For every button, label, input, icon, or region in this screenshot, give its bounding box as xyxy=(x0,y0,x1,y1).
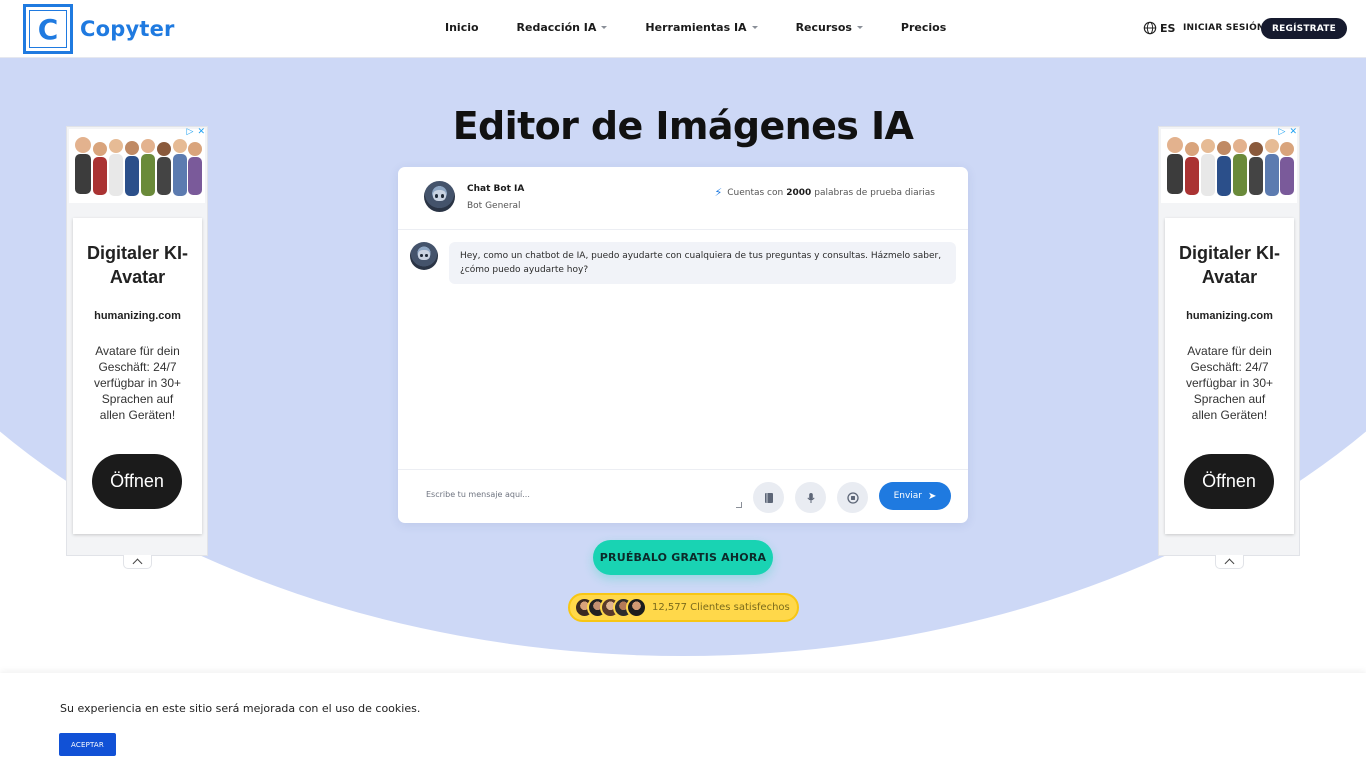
stop-button[interactable] xyxy=(837,482,868,513)
ad-left[interactable]: ▷ ✕ Digitaler KI-Avatar humanizing.com A… xyxy=(66,126,208,569)
chevron-down-icon xyxy=(751,26,758,29)
bot-message: Hey, como un chatbot de IA, puedo ayudar… xyxy=(449,242,956,284)
chevron-up-icon xyxy=(132,558,143,569)
ad-image xyxy=(69,129,205,203)
textarea-resize-handle[interactable] xyxy=(736,502,742,508)
chevron-up-icon xyxy=(1224,558,1235,569)
send-button[interactable]: Enviar ➤ xyxy=(879,482,951,510)
logo-letter: C xyxy=(37,12,59,46)
chevron-down-icon xyxy=(856,26,863,29)
site-header: C Copyter Inicio Redacción IA Herramient… xyxy=(0,0,1366,58)
language-label: ES xyxy=(1160,21,1176,35)
nav-item-inicio[interactable]: Inicio xyxy=(445,21,479,34)
book-icon xyxy=(764,492,773,503)
nav-item-label: Precios xyxy=(900,21,947,34)
chat-header: Chat Bot IA Bot General ⚡ Cuentas con 20… xyxy=(398,167,968,230)
send-button-label: Enviar xyxy=(893,491,923,501)
chat-composer: Escribe tu mensaje aquí... Enviar ➤ xyxy=(398,469,968,523)
bot-type: Bot General xyxy=(467,201,521,211)
logo-mark: C xyxy=(23,4,73,54)
microphone-icon xyxy=(806,492,815,503)
ad-card: Digitaler KI-Avatar humanizing.com Avata… xyxy=(1165,218,1294,534)
main-nav: Inicio Redacción IA Herramientas IA Recu… xyxy=(445,21,946,34)
nav-item-herramientas[interactable]: Herramientas IA xyxy=(645,21,758,34)
ad-controls[interactable]: ▷ ✕ xyxy=(187,127,205,137)
trial-info-suffix: palabras de prueba diarias xyxy=(814,187,935,198)
ad-domain: humanizing.com xyxy=(94,310,181,322)
ad-info-icon[interactable]: ▷ xyxy=(187,127,194,137)
globe-icon xyxy=(1143,21,1157,35)
trial-info: ⚡ Cuentas con 2000 palabras de prueba di… xyxy=(715,186,936,199)
ad-controls[interactable]: ▷ ✕ xyxy=(1279,127,1297,137)
cookie-text: Su experiencia en este sitio será mejora… xyxy=(60,702,421,715)
bot-avatar xyxy=(424,181,455,212)
login-link[interactable]: INICIAR SESIÓN xyxy=(1183,23,1265,33)
voice-input-button[interactable] xyxy=(795,482,826,513)
nav-item-precios[interactable]: Precios xyxy=(901,21,946,34)
nav-item-label: Herramientas IA xyxy=(645,21,747,34)
try-free-button[interactable]: PRUÉBALO GRATIS AHORA xyxy=(593,540,773,575)
ad-collapse-tab[interactable] xyxy=(1215,555,1244,569)
ad-collapse-tab[interactable] xyxy=(123,555,152,569)
message-avatar xyxy=(410,242,438,270)
ad-card: Digitaler KI-Avatar humanizing.com Avata… xyxy=(73,218,202,534)
accept-cookies-button[interactable]: ACEPTAR xyxy=(59,733,116,756)
ad-image xyxy=(1161,129,1297,203)
nav-item-recursos[interactable]: Recursos xyxy=(796,21,863,34)
ad-text: Avatare für dein Geschäft: 24/7 verfügba… xyxy=(93,344,182,422)
prompt-library-button[interactable] xyxy=(753,482,784,513)
ad-title: Digitaler KI-Avatar xyxy=(86,243,188,287)
bolt-icon: ⚡ xyxy=(714,186,723,199)
ad-info-icon[interactable]: ▷ xyxy=(1279,127,1286,137)
chevron-down-icon xyxy=(601,26,608,29)
trial-info-count: 2000 xyxy=(786,187,812,198)
nav-item-label: Redacción IA xyxy=(516,21,597,34)
send-icon: ➤ xyxy=(928,490,937,502)
ad-text: Avatare für dein Geschäft: 24/7 verfügba… xyxy=(1185,344,1274,422)
ad-right[interactable]: ▷ ✕ Digitaler KI-Avatar humanizing.com A… xyxy=(1158,126,1300,569)
message-input[interactable]: Escribe tu mensaje aquí... xyxy=(426,490,530,499)
ad-people-image xyxy=(1167,137,1294,196)
signup-button[interactable]: REGÍSTRATE xyxy=(1261,18,1347,39)
ad-title: Digitaler KI-Avatar xyxy=(1178,243,1280,287)
trial-info-prefix: Cuentas con xyxy=(727,187,784,198)
client-avatars xyxy=(574,597,647,618)
ad-open-button[interactable]: Öffnen xyxy=(92,454,182,509)
avatar xyxy=(626,597,647,618)
nav-item-label: Inicio xyxy=(445,21,479,34)
clients-count: 12,577 Clientes satisfechos xyxy=(652,602,790,613)
logo[interactable]: C Copyter xyxy=(23,4,175,54)
ad-open-button[interactable]: Öffnen xyxy=(1184,454,1274,509)
stop-icon xyxy=(846,491,859,504)
clients-badge: 12,577 Clientes satisfechos xyxy=(568,593,799,622)
nav-item-redaccion[interactable]: Redacción IA xyxy=(517,21,608,34)
close-icon[interactable]: ✕ xyxy=(197,127,205,137)
close-icon[interactable]: ✕ xyxy=(1289,127,1297,137)
logo-text: Copyter xyxy=(80,17,175,41)
ad-people-image xyxy=(75,137,202,196)
nav-item-label: Recursos xyxy=(795,21,852,34)
language-selector[interactable]: ES xyxy=(1143,21,1175,35)
cookie-banner: Su experiencia en este sitio será mejora… xyxy=(0,673,1366,768)
chat-widget: Chat Bot IA Bot General ⚡ Cuentas con 20… xyxy=(398,167,968,523)
bot-name: Chat Bot IA xyxy=(467,184,525,194)
ad-domain: humanizing.com xyxy=(1186,310,1273,322)
